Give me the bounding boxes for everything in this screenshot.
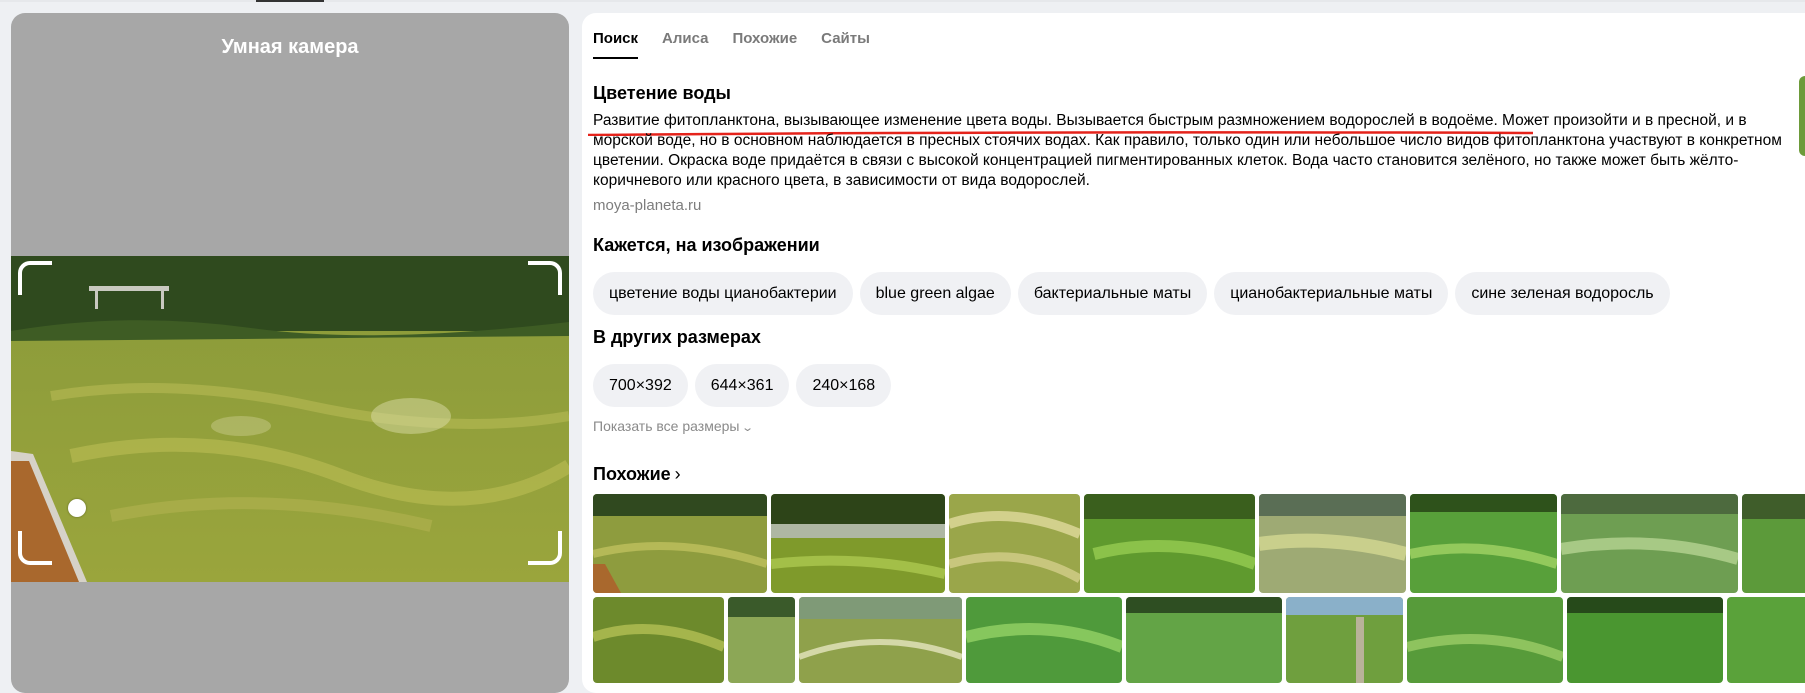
crop-corner-top-right[interactable] (528, 261, 562, 295)
crop-corner-bottom-right[interactable] (528, 531, 562, 565)
tag-chip[interactable]: цветение воды цианобактерии (593, 272, 853, 315)
show-all-sizes-link[interactable]: Показать все размеры ⌄ (593, 418, 755, 434)
similar-title-label: Похожие (593, 464, 671, 484)
crop-corner-top-left[interactable] (18, 261, 52, 295)
show-all-sizes-label: Показать все размеры (593, 418, 740, 434)
camera-title: Умная камера (221, 36, 359, 58)
size-chip[interactable]: 240×168 (796, 364, 892, 407)
tags-title: Кажется, на изображении (593, 235, 820, 255)
tab-sites[interactable]: Сайты (821, 30, 870, 47)
top-progress-line (0, 0, 1805, 2)
tab-search[interactable]: Поиск (593, 30, 638, 47)
active-tab-indicator (593, 57, 638, 59)
smart-camera-panel: Умная камера (11, 13, 569, 693)
size-chips: 700×392 644×361 240×168 (593, 364, 892, 407)
similar-thumbnail[interactable] (1407, 597, 1563, 683)
tag-chip[interactable]: цианобактериальные маты (1214, 272, 1449, 315)
side-image-edge (1799, 76, 1805, 156)
similar-row-1 (593, 494, 1805, 593)
similar-thumbnail[interactable] (593, 494, 767, 593)
size-chip[interactable]: 644×361 (694, 364, 790, 407)
similar-thumbnail[interactable] (1567, 597, 1723, 683)
similar-thumbnail[interactable] (1126, 597, 1282, 683)
results-panel: Поиск Алиса Похожие Сайты Цветение воды … (582, 13, 1805, 693)
tag-chip[interactable]: blue green algae (859, 272, 1011, 315)
tab-bar: Поиск Алиса Похожие Сайты (593, 30, 870, 47)
similar-thumbnail[interactable] (1727, 597, 1805, 683)
similar-thumbnail[interactable] (949, 494, 1080, 593)
entity-title: Цветение воды (593, 83, 731, 103)
similar-thumbnail[interactable] (1084, 494, 1255, 593)
chevron-right-icon: › (674, 464, 681, 484)
size-chip[interactable]: 700×392 (593, 364, 688, 407)
tag-chip[interactable]: сине зеленая водоросль (1455, 272, 1670, 315)
similar-thumbnail[interactable] (966, 597, 1122, 683)
similar-row-2 (593, 597, 1805, 683)
chevron-down-icon: ⌄ (741, 422, 755, 434)
similar-thumbnail[interactable] (1410, 494, 1557, 593)
similar-thumbnail[interactable] (1286, 597, 1403, 683)
similar-title-link[interactable]: Похожие › (593, 464, 681, 485)
sizes-title: В других размерах (593, 327, 761, 347)
similar-thumbnail[interactable] (593, 597, 724, 683)
entity-source-link[interactable]: moya-planeta.ru (593, 197, 701, 214)
similar-thumbnail[interactable] (1561, 494, 1738, 593)
point-handle[interactable] (68, 499, 86, 517)
similar-thumbnail[interactable] (771, 494, 945, 593)
tag-chips: цветение воды цианобактерии blue green a… (593, 272, 1670, 315)
query-photo (11, 256, 569, 582)
similar-thumbnail[interactable] (799, 597, 962, 683)
similar-thumbnail[interactable] (728, 597, 795, 683)
tab-similar[interactable]: Похожие (732, 30, 797, 47)
top-progress-segment (256, 0, 324, 2)
similar-thumbnail[interactable] (1259, 494, 1406, 593)
tab-alice[interactable]: Алиса (662, 30, 708, 47)
tag-chip[interactable]: бактериальные маты (1017, 272, 1208, 315)
entity-description: Развитие фитопланктона, вызывающее измен… (593, 112, 1782, 189)
crop-corner-bottom-left[interactable] (18, 531, 52, 565)
similar-thumbnail[interactable] (1742, 494, 1805, 593)
